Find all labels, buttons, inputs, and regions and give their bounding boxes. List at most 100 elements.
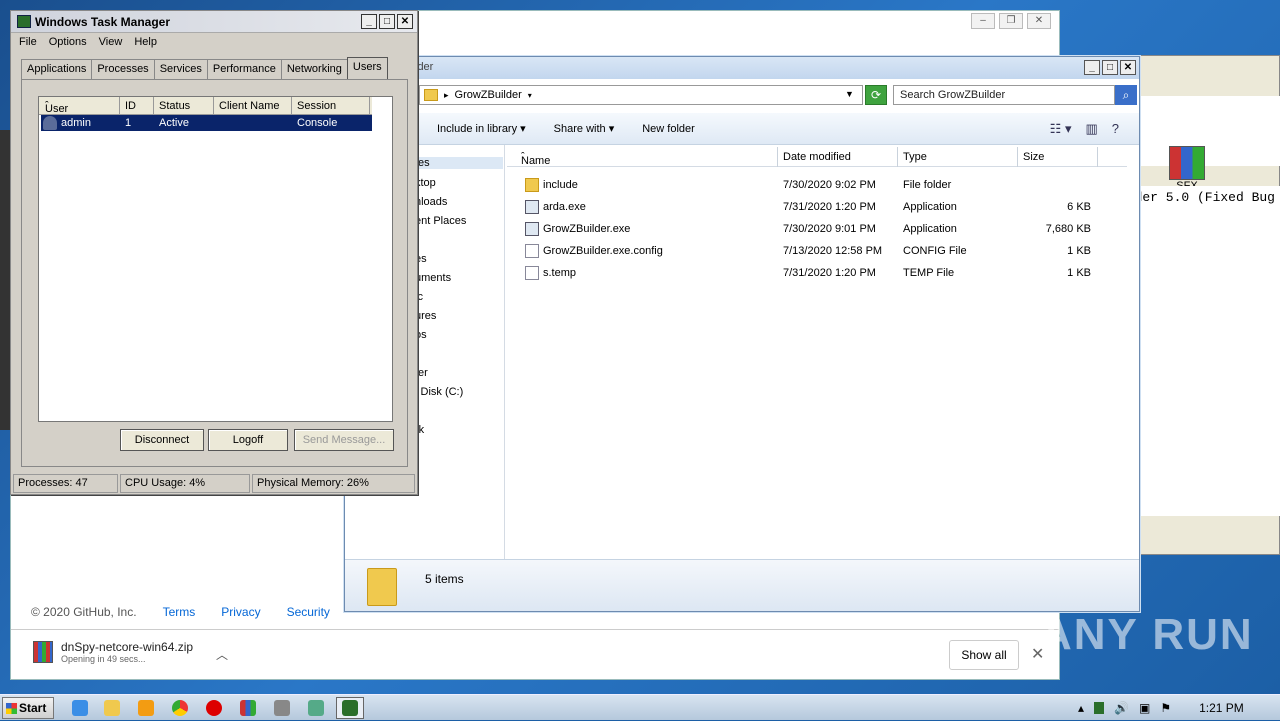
chrome-icon[interactable]	[166, 697, 194, 719]
column-type[interactable]: Type	[903, 151, 927, 163]
include-in-library-button[interactable]: Include in library ▾	[437, 122, 526, 135]
browser-window-controls: – ❐ ✕	[971, 13, 1051, 29]
disconnect-button[interactable]: Disconnect	[120, 429, 204, 451]
explorer-titlebar[interactable]: lder _ □ ✕	[345, 57, 1139, 79]
column-date[interactable]: Date modified	[783, 151, 851, 163]
file-row[interactable]: arda.exe 7/31/2020 1:20 PM Application 6…	[507, 197, 1127, 219]
column-user[interactable]: User ˆ	[45, 100, 68, 115]
privacy-link[interactable]: Privacy	[221, 605, 260, 619]
document-icon	[525, 266, 539, 280]
tab-services[interactable]: Services	[153, 59, 208, 79]
winrar-icon[interactable]	[234, 697, 262, 719]
menu-view[interactable]: View	[99, 36, 123, 48]
maximize-button[interactable]: □	[1102, 60, 1118, 75]
folder-icon	[424, 89, 438, 101]
download-item[interactable]: dnSpy-netcore-win64.zip Opening in 49 se…	[33, 640, 193, 664]
physical-memory: Physical Memory: 26%	[252, 474, 415, 493]
help-icon[interactable]: ?	[1112, 121, 1119, 137]
nav-item[interactable]: ent Places	[415, 215, 466, 227]
explorer-window: lder _ □ ✕ ▸ GrowZBuilder ▾ ▼ ⟳ Search G…	[344, 56, 1140, 612]
tab-networking[interactable]: Networking	[280, 59, 348, 79]
new-folder-button[interactable]: New folder	[642, 123, 695, 135]
minimize-button[interactable]: _	[1084, 60, 1100, 75]
volume-icon[interactable]: 🔊	[1114, 701, 1129, 715]
menu-file[interactable]: File	[19, 36, 37, 48]
refresh-icon[interactable]: ⟳	[865, 85, 887, 105]
file-row[interactable]: GrowZBuilder.exe 7/30/2020 9:01 PM Appli…	[507, 219, 1127, 241]
task-manager-taskbar-icon[interactable]	[336, 697, 364, 719]
minimize-button[interactable]: _	[361, 14, 377, 29]
chevron-right-icon[interactable]: ▸	[444, 90, 449, 101]
column-size[interactable]: Size	[1023, 151, 1044, 163]
document-icon	[525, 244, 539, 258]
app-icon[interactable]	[268, 697, 296, 719]
nav-item[interactable]: nloads	[415, 196, 447, 208]
chevron-up-icon[interactable]: ︿	[216, 646, 228, 663]
item-count: 5 items	[425, 572, 464, 586]
menu-help[interactable]: Help	[134, 36, 157, 48]
menu-options[interactable]: Options	[49, 36, 87, 48]
task-manager-titlebar[interactable]: Windows Task Manager _ □ ✕	[11, 11, 417, 33]
terms-link[interactable]: Terms	[163, 605, 196, 619]
task-manager-status-bar: Processes: 47 CPU Usage: 4% Physical Mem…	[13, 474, 415, 493]
action-center-icon[interactable]: ⚑	[1160, 701, 1171, 715]
column-name[interactable]: Name ˆ	[521, 151, 550, 167]
media-player-icon[interactable]	[132, 697, 160, 719]
close-button[interactable]: ✕	[1120, 60, 1136, 75]
clock[interactable]: 1:21 PM	[1199, 701, 1244, 715]
nav-item[interactable]: uments	[415, 272, 451, 284]
ie-icon[interactable]	[66, 697, 94, 719]
window-icon[interactable]	[302, 697, 330, 719]
restore-button[interactable]: ❐	[999, 13, 1023, 29]
show-hidden-icons[interactable]: ▴	[1078, 701, 1084, 715]
view-options-icon[interactable]: ☷ ▾	[1050, 121, 1072, 137]
tab-processes[interactable]: Processes	[91, 59, 155, 79]
file-date: 7/31/2020 1:20 PM	[783, 201, 876, 213]
user-icon	[43, 116, 57, 130]
archive-icon	[33, 641, 53, 663]
column-id[interactable]: ID	[125, 100, 136, 112]
close-button[interactable]: ✕	[397, 14, 413, 29]
minimize-button[interactable]: –	[971, 13, 995, 29]
column-status[interactable]: Status	[159, 100, 190, 112]
file-size: 7,680 KB	[1045, 223, 1091, 235]
show-all-button[interactable]: Show all	[949, 640, 1019, 670]
nav-item[interactable]: l Disk (C:)	[415, 386, 463, 398]
user-row[interactable]: admin 1 Active Console	[41, 115, 372, 131]
tab-performance[interactable]: Performance	[206, 59, 282, 79]
share-with-button[interactable]: Share with ▾	[554, 122, 615, 135]
breadcrumb[interactable]: GrowZBuilder	[455, 89, 522, 101]
address-bar[interactable]: ▸ GrowZBuilder ▾	[419, 85, 863, 105]
search-input[interactable]: Search GrowZBuilder	[893, 85, 1115, 105]
security-link[interactable]: Security	[287, 605, 330, 619]
column-client-name[interactable]: Client Name	[219, 100, 280, 112]
file-row[interactable]: s.temp 7/31/2020 1:20 PM TEMP File 1 KB	[507, 263, 1127, 285]
nav-item[interactable]: ures	[415, 310, 436, 322]
file-type: Application	[903, 201, 957, 213]
address-dropdown-icon[interactable]: ▼	[845, 89, 854, 99]
explorer-icon[interactable]	[98, 697, 126, 719]
tab-users[interactable]: Users	[346, 57, 388, 79]
folder-icon	[367, 568, 397, 606]
users-list-header: User ˆ ID Status Client Name Session	[39, 97, 372, 115]
file-row[interactable]: GrowZBuilder.exe.config 7/13/2020 12:58 …	[507, 241, 1127, 263]
chevron-down-icon[interactable]: ▾	[528, 91, 532, 100]
column-session[interactable]: Session	[297, 100, 336, 112]
process-count: Processes: 47	[13, 474, 118, 493]
network-icon[interactable]: ▣	[1139, 701, 1150, 715]
maximize-button[interactable]: □	[379, 14, 395, 29]
file-name: GrowZBuilder.exe.config	[543, 245, 663, 257]
logoff-button[interactable]: Logoff	[208, 429, 288, 451]
folder-icon	[525, 178, 539, 192]
close-button[interactable]: ✕	[1027, 13, 1051, 29]
file-type: Application	[903, 223, 957, 235]
tab-applications[interactable]: Applications	[21, 59, 93, 79]
search-icon[interactable]: ⌕	[1115, 85, 1137, 105]
file-row[interactable]: include 7/30/2020 9:02 PM File folder	[507, 175, 1127, 197]
tray-monitor-icon[interactable]	[1094, 702, 1105, 714]
opera-icon[interactable]	[200, 697, 228, 719]
preview-pane-icon[interactable]: ▥	[1085, 121, 1097, 137]
start-button[interactable]: Start	[2, 697, 54, 719]
send-message-button[interactable]: Send Message...	[294, 429, 394, 451]
nav-item[interactable]: ktop	[415, 177, 436, 189]
